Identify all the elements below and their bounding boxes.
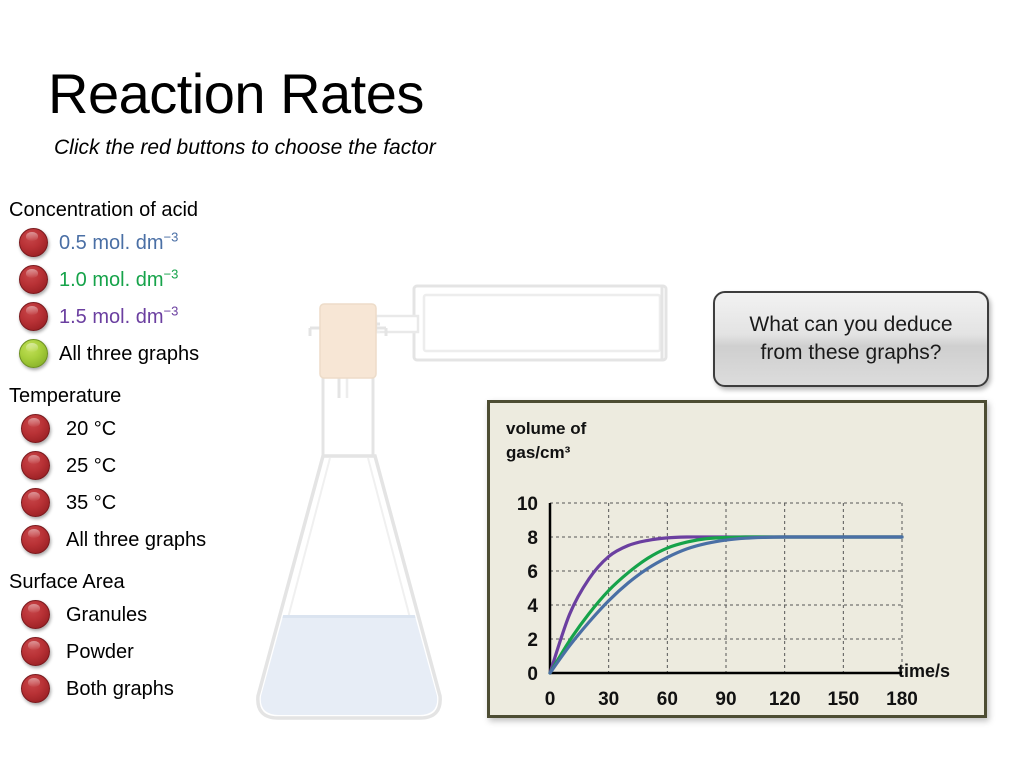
- option-label: 35 °C: [66, 491, 117, 514]
- option-label: Powder: [66, 640, 134, 663]
- factor-menu: Concentration of acid 0.5 mol. dm−3 1.0 …: [0, 196, 280, 711]
- red-button-icon[interactable]: [19, 228, 48, 257]
- option-temperature-35c[interactable]: 35 °C: [0, 484, 280, 521]
- red-button-icon[interactable]: [21, 674, 50, 703]
- option-superscript: −3: [163, 265, 179, 281]
- red-button-icon[interactable]: [21, 488, 50, 517]
- option-text: 0.5 mol. dm: [59, 231, 164, 254]
- option-label: 1.5 mol. dm−3: [59, 302, 179, 329]
- option-temperature-20c[interactable]: 20 °C: [0, 410, 280, 447]
- section-heading-temperature: Temperature: [9, 385, 122, 407]
- red-button-icon[interactable]: [21, 600, 50, 629]
- section-concentration: Concentration of acid 0.5 mol. dm−3 1.0 …: [0, 196, 280, 372]
- option-label: 20 °C: [66, 417, 117, 440]
- x-tick-label: 120: [769, 689, 801, 710]
- y-tick-label: 8: [527, 528, 538, 549]
- section-surface-area: Surface Area Granules Powder Both graphs: [0, 568, 280, 707]
- x-tick-label: 0: [545, 689, 556, 710]
- red-button-icon[interactable]: [21, 451, 50, 480]
- option-surface-both[interactable]: Both graphs: [0, 670, 280, 707]
- title-block: Reaction Rates Click the red buttons to …: [48, 62, 436, 160]
- gas-syringe-icon: [374, 284, 668, 362]
- option-label: All three graphs: [66, 528, 207, 551]
- chart-plot: 0 2 4 6 8 10 0 30 60 90 120 150 180: [517, 494, 918, 710]
- bung-icon: [319, 303, 377, 379]
- conical-flask-icon: [256, 454, 442, 720]
- chart-panel: volume of gas/cm³ time/s 0 2 4 6 8 10 0 30 60 90 1…: [487, 400, 987, 718]
- y-tick-label: 0: [527, 664, 538, 685]
- x-tick-label: 180: [886, 689, 918, 710]
- option-temperature-25c[interactable]: 25 °C: [0, 447, 280, 484]
- option-surface-granules[interactable]: Granules: [0, 596, 280, 633]
- option-text: 1.0 mol. dm: [59, 268, 164, 291]
- option-superscript: −3: [163, 302, 179, 318]
- option-label: Both graphs: [66, 677, 174, 700]
- red-button-icon[interactable]: [21, 414, 50, 443]
- section-heading-concentration: Concentration of acid: [9, 199, 199, 221]
- option-label: 0.5 mol. dm−3: [59, 228, 179, 255]
- option-surface-powder[interactable]: Powder: [0, 633, 280, 670]
- option-concentration-0-5[interactable]: 0.5 mol. dm−3: [0, 224, 280, 261]
- y-tick-label: 10: [517, 494, 538, 515]
- option-concentration-1-0[interactable]: 1.0 mol. dm−3: [0, 261, 280, 298]
- y-tick-label: 6: [527, 562, 538, 583]
- red-button-icon[interactable]: [21, 525, 50, 554]
- y-tick-label: 4: [527, 596, 538, 617]
- option-label: 1.0 mol. dm−3: [59, 265, 179, 292]
- option-temperature-all-three[interactable]: All three graphs: [0, 521, 280, 558]
- green-button-icon[interactable]: [19, 339, 48, 368]
- red-button-icon[interactable]: [19, 265, 48, 294]
- option-label: 25 °C: [66, 454, 117, 477]
- option-concentration-1-5[interactable]: 1.5 mol. dm−3: [0, 298, 280, 335]
- section-heading-surface-area: Surface Area: [9, 571, 125, 593]
- x-tick-label: 150: [827, 689, 859, 710]
- deduce-button-label: What can you deduce from these graphs?: [749, 313, 953, 364]
- option-text: 1.5 mol. dm: [59, 305, 164, 328]
- x-tick-label: 30: [598, 689, 619, 710]
- option-label: Granules: [66, 603, 148, 626]
- section-temperature: Temperature 20 °C 25 °C 35 °C All three …: [0, 382, 280, 558]
- page-title: Reaction Rates: [48, 62, 424, 125]
- red-button-icon[interactable]: [21, 637, 50, 666]
- option-superscript: −3: [163, 228, 179, 244]
- option-label: All three graphs: [59, 342, 199, 366]
- deduce-button[interactable]: What can you deduce from these graphs?: [713, 291, 989, 387]
- option-text: All three graphs: [59, 342, 200, 365]
- page-subtitle: Click the red buttons to choose the fact…: [54, 136, 436, 159]
- option-concentration-all-three[interactable]: All three graphs: [0, 335, 280, 372]
- red-button-icon[interactable]: [19, 302, 48, 331]
- y-tick-label: 2: [527, 630, 538, 651]
- x-tick-label: 90: [715, 689, 736, 710]
- x-tick-label: 60: [657, 689, 678, 710]
